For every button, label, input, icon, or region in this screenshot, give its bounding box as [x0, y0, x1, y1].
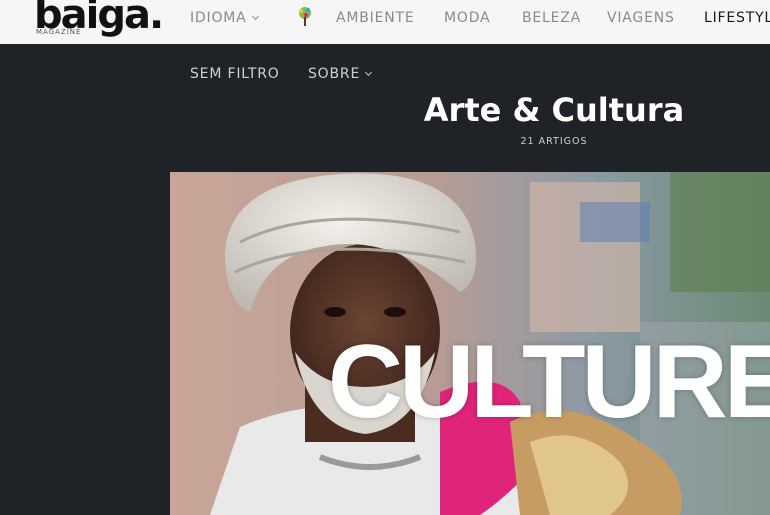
brand-logo[interactable]: baiga. MAGAZINE [34, 0, 164, 41]
article-count: 21 ARTIGOS [520, 136, 588, 147]
chevron-down-icon [251, 12, 259, 21]
nav-item-label: SOBRE [308, 66, 361, 82]
top-bar: baiga. MAGAZINE IDIOMA AMBIENTE MODA BEL… [0, 0, 770, 44]
hero-image[interactable]: CULTURE [170, 172, 770, 515]
hero-overlay-text: CULTURE [328, 324, 770, 440]
tree-icon [298, 7, 311, 26]
nav-item-idioma[interactable]: IDIOMA [190, 10, 259, 26]
brand-subtitle: MAGAZINE [36, 28, 82, 36]
nav-item-lifestyle[interactable]: LIFESTYL [704, 10, 770, 26]
nav-item-moda[interactable]: MODA [444, 10, 490, 26]
nav-item-sobre[interactable]: SOBRE [308, 66, 373, 82]
nav-item-label: IDIOMA [190, 10, 247, 26]
nav-item-beleza[interactable]: BELEZA [522, 10, 581, 26]
nav-item-ambiente[interactable]: AMBIENTE [336, 10, 415, 26]
page-title: Arte & Cultura [423, 91, 685, 129]
nav-item-sem-filtro[interactable]: SEM FILTRO [190, 66, 280, 82]
chevron-down-icon [365, 68, 373, 77]
nav-item-viagens[interactable]: VIAGENS [607, 10, 675, 26]
